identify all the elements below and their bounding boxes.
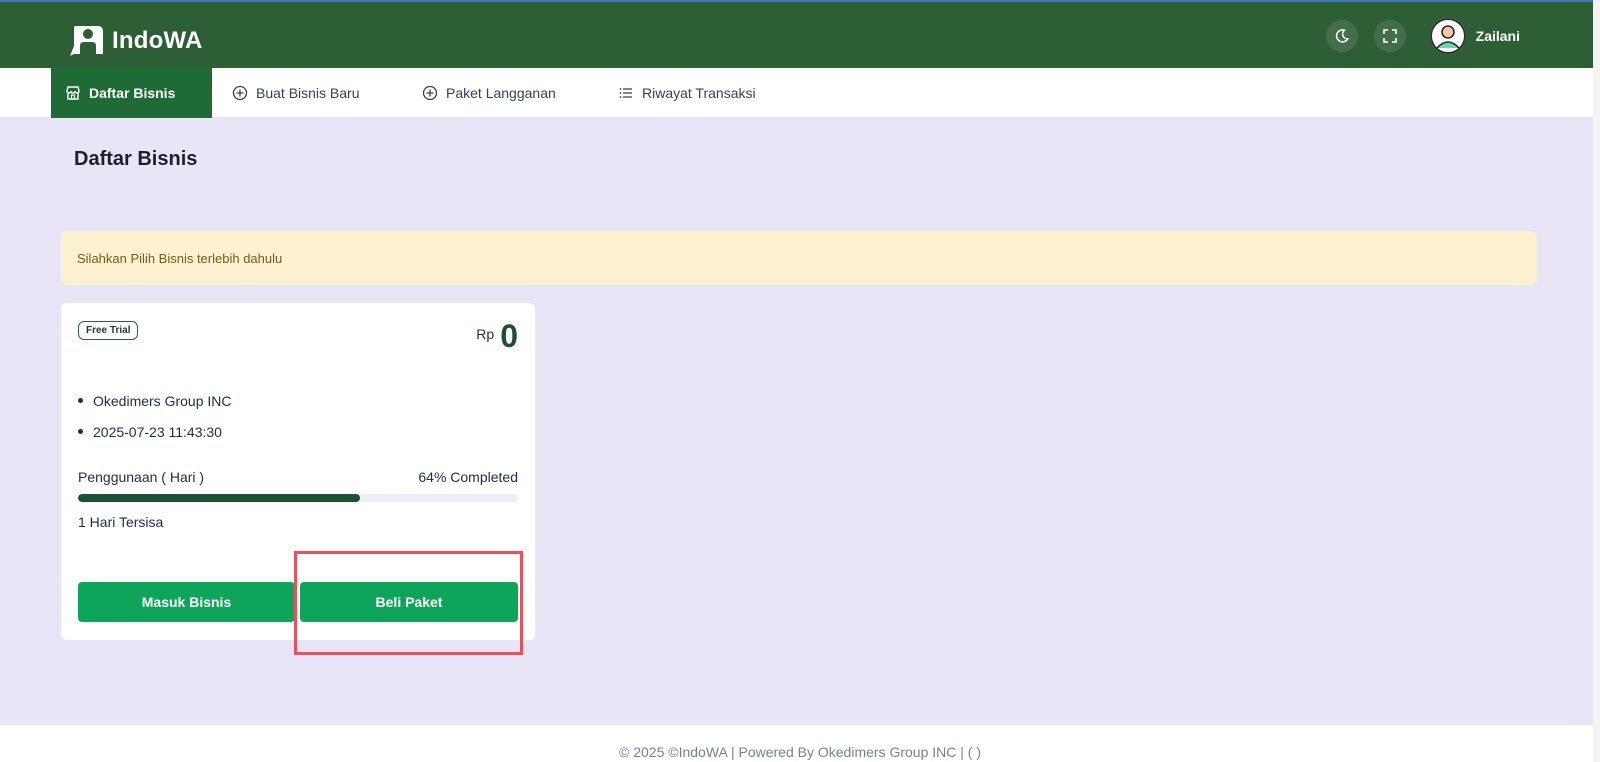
user-avatar-icon [1429, 18, 1466, 54]
brand[interactable]: IndoWA [70, 24, 203, 58]
usage-progress-fill [78, 494, 360, 502]
footer-text: © 2025 ©IndoWA | Powered By Okedimers Gr… [619, 744, 981, 760]
highlight-box [294, 551, 523, 655]
remaining-days: 1 Hari Tersisa [78, 514, 164, 530]
list-icon [619, 88, 632, 98]
scrollbar[interactable] [1593, 0, 1600, 762]
list-item: 2025-07-23 11:43:30 [78, 416, 231, 447]
nav-label: Daftar Bisnis [89, 85, 176, 101]
main-nav: Daftar Bisnis Buat Bisnis Baru Paket Lan… [0, 68, 1600, 118]
enter-business-button[interactable]: Masuk Bisnis [78, 582, 295, 622]
store-icon [66, 86, 80, 100]
nav-daftar-bisnis[interactable]: Daftar Bisnis [51, 68, 212, 118]
user-menu[interactable]: Zailani [1429, 18, 1520, 54]
alert-warning: Silahkan Pilih Bisnis terlebih dahulu [61, 231, 1537, 285]
plan-badge: Free Trial [78, 321, 139, 340]
nav-label: Buat Bisnis Baru [256, 85, 360, 101]
bullet-icon [78, 429, 83, 434]
usage-label: Penggunaan ( Hari ) [78, 469, 205, 485]
user-name: Zailani [1475, 28, 1520, 44]
moon-icon [1335, 29, 1349, 43]
nav-paket-langganan[interactable]: Paket Langganan [408, 68, 570, 118]
page-title: Daftar Bisnis [74, 148, 198, 170]
business-name: Okedimers Group INC [93, 392, 232, 409]
price-value: 0 [500, 318, 518, 354]
theme-toggle-button[interactable] [1325, 20, 1358, 52]
usage-progress-bar [78, 494, 518, 502]
nav-buat-bisnis-baru[interactable]: Buat Bisnis Baru [218, 68, 374, 118]
plus-circle-icon [422, 85, 438, 101]
business-details: Okedimers Group INC 2025-07-23 11:43:30 [78, 385, 231, 447]
nav-riwayat-transaksi[interactable]: Riwayat Transaksi [604, 68, 770, 118]
nav-label: Paket Langganan [446, 85, 556, 101]
footer: © 2025 ©IndoWA | Powered By Okedimers Gr… [0, 725, 1600, 762]
top-header: IndoWA Zailani [0, 0, 1600, 68]
alert-text: Silahkan Pilih Bisnis terlebih dahulu [77, 250, 283, 266]
business-date: 2025-07-23 11:43:30 [93, 423, 222, 440]
fullscreen-icon [1382, 29, 1397, 43]
price: Rp 0 [476, 318, 518, 354]
app-root: IndoWA Zailani Daftar Bisnis Buat Bisnis… [0, 0, 1600, 762]
price-currency: Rp [476, 326, 495, 342]
list-item: Okedimers Group INC [78, 385, 231, 416]
bullet-icon [78, 398, 83, 403]
plus-circle-icon [232, 85, 248, 101]
fullscreen-button[interactable] [1373, 20, 1406, 52]
header-actions: Zailani [1325, 18, 1520, 54]
brand-logo-icon [70, 26, 103, 56]
nav-label: Riwayat Transaksi [642, 85, 756, 101]
brand-name: IndoWA [112, 27, 203, 54]
usage-row: Penggunaan ( Hari ) 64% Completed [78, 469, 518, 485]
main-content: Daftar Bisnis Silahkan Pilih Bisnis terl… [0, 118, 1600, 725]
usage-status: 64% Completed [418, 469, 518, 485]
